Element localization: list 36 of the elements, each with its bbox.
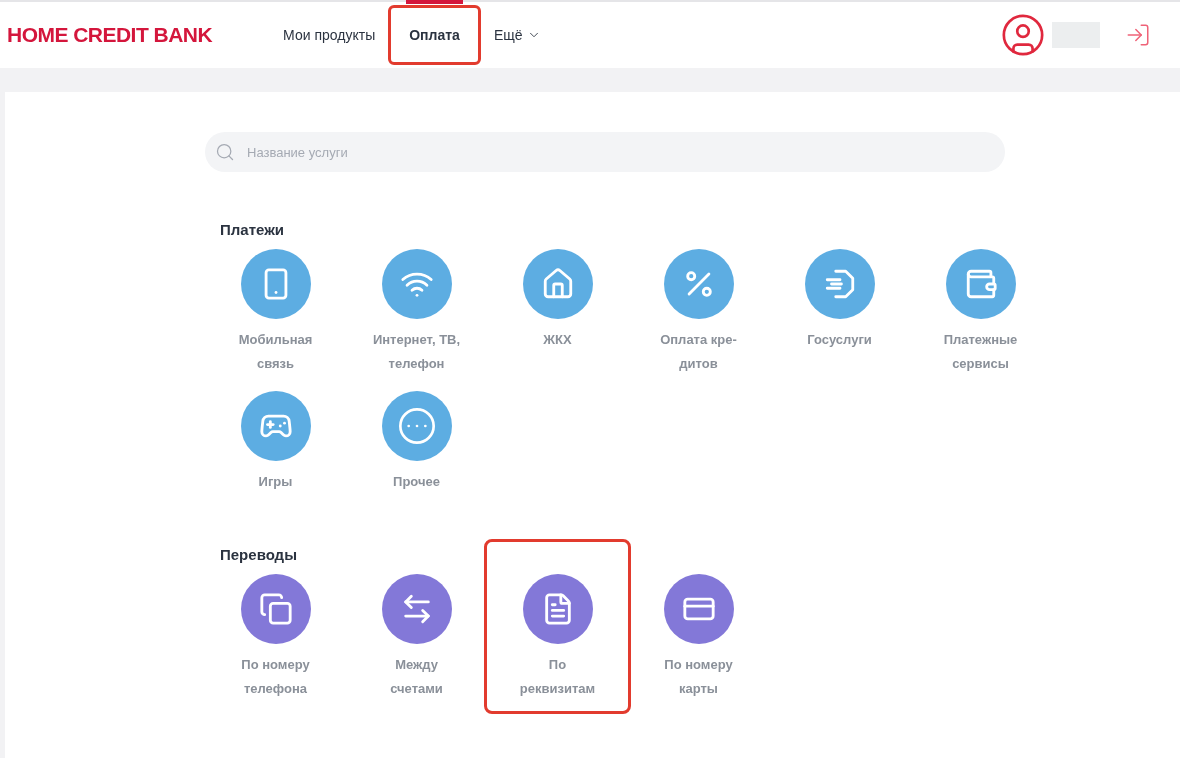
service-label: По номеру карты: [664, 656, 733, 698]
service-label: Оплата кре- дитов: [660, 331, 737, 373]
service-tile[interactable]: По номеру карты: [628, 573, 769, 711]
search-field[interactable]: Название услуги: [205, 132, 1005, 172]
service-tile[interactable]: Госуслуги: [769, 248, 910, 376]
service-label: По реквизитам: [519, 656, 596, 698]
service-label: Интернет, ТВ, телефон: [372, 331, 461, 373]
search-icon: [215, 142, 235, 162]
service-tile[interactable]: Оплата кре- дитов: [628, 248, 769, 376]
section-title: Переводы: [220, 545, 298, 565]
service-tile[interactable]: По номеру телефона: [205, 573, 346, 711]
service-label: По номеру телефона: [241, 656, 310, 698]
service-label: Между счетами: [390, 656, 443, 698]
nav-tab[interactable]: Ещё: [482, 5, 552, 65]
service-label: Мобильная связь: [238, 331, 313, 373]
service-tile[interactable]: Прочее: [346, 390, 487, 494]
service-label: Платежные сервисы: [943, 331, 1018, 373]
service-tile[interactable]: Платежные сервисы: [910, 248, 1051, 376]
nav-tab[interactable]: Оплата: [388, 5, 481, 65]
service-tile[interactable]: Игры: [205, 390, 346, 494]
section-title: Платежи: [220, 220, 285, 240]
service-label: Госуслуги: [807, 331, 872, 349]
service-label: Игры: [258, 473, 293, 491]
logo[interactable]: HOME CREDIT BANK: [7, 19, 213, 51]
service-tile[interactable]: Между счетами: [346, 573, 487, 711]
service-label: ЖКХ: [543, 331, 572, 349]
ellipsis-circle-icon: [396, 406, 437, 446]
service-tile[interactable]: Мобильная связь: [205, 248, 346, 376]
service-tile[interactable]: По реквизитам: [487, 542, 628, 711]
service-label: Прочее: [393, 473, 440, 491]
nav-tab[interactable]: Мои продукты: [272, 5, 387, 65]
phone-card-icon: [258, 592, 293, 626]
service-tile[interactable]: ЖКХ: [487, 248, 628, 376]
service-tile[interactable]: Интернет, ТВ, телефон: [346, 248, 487, 376]
avatar-icon[interactable]: [1000, 12, 1046, 58]
logout-icon[interactable]: [1125, 22, 1151, 48]
